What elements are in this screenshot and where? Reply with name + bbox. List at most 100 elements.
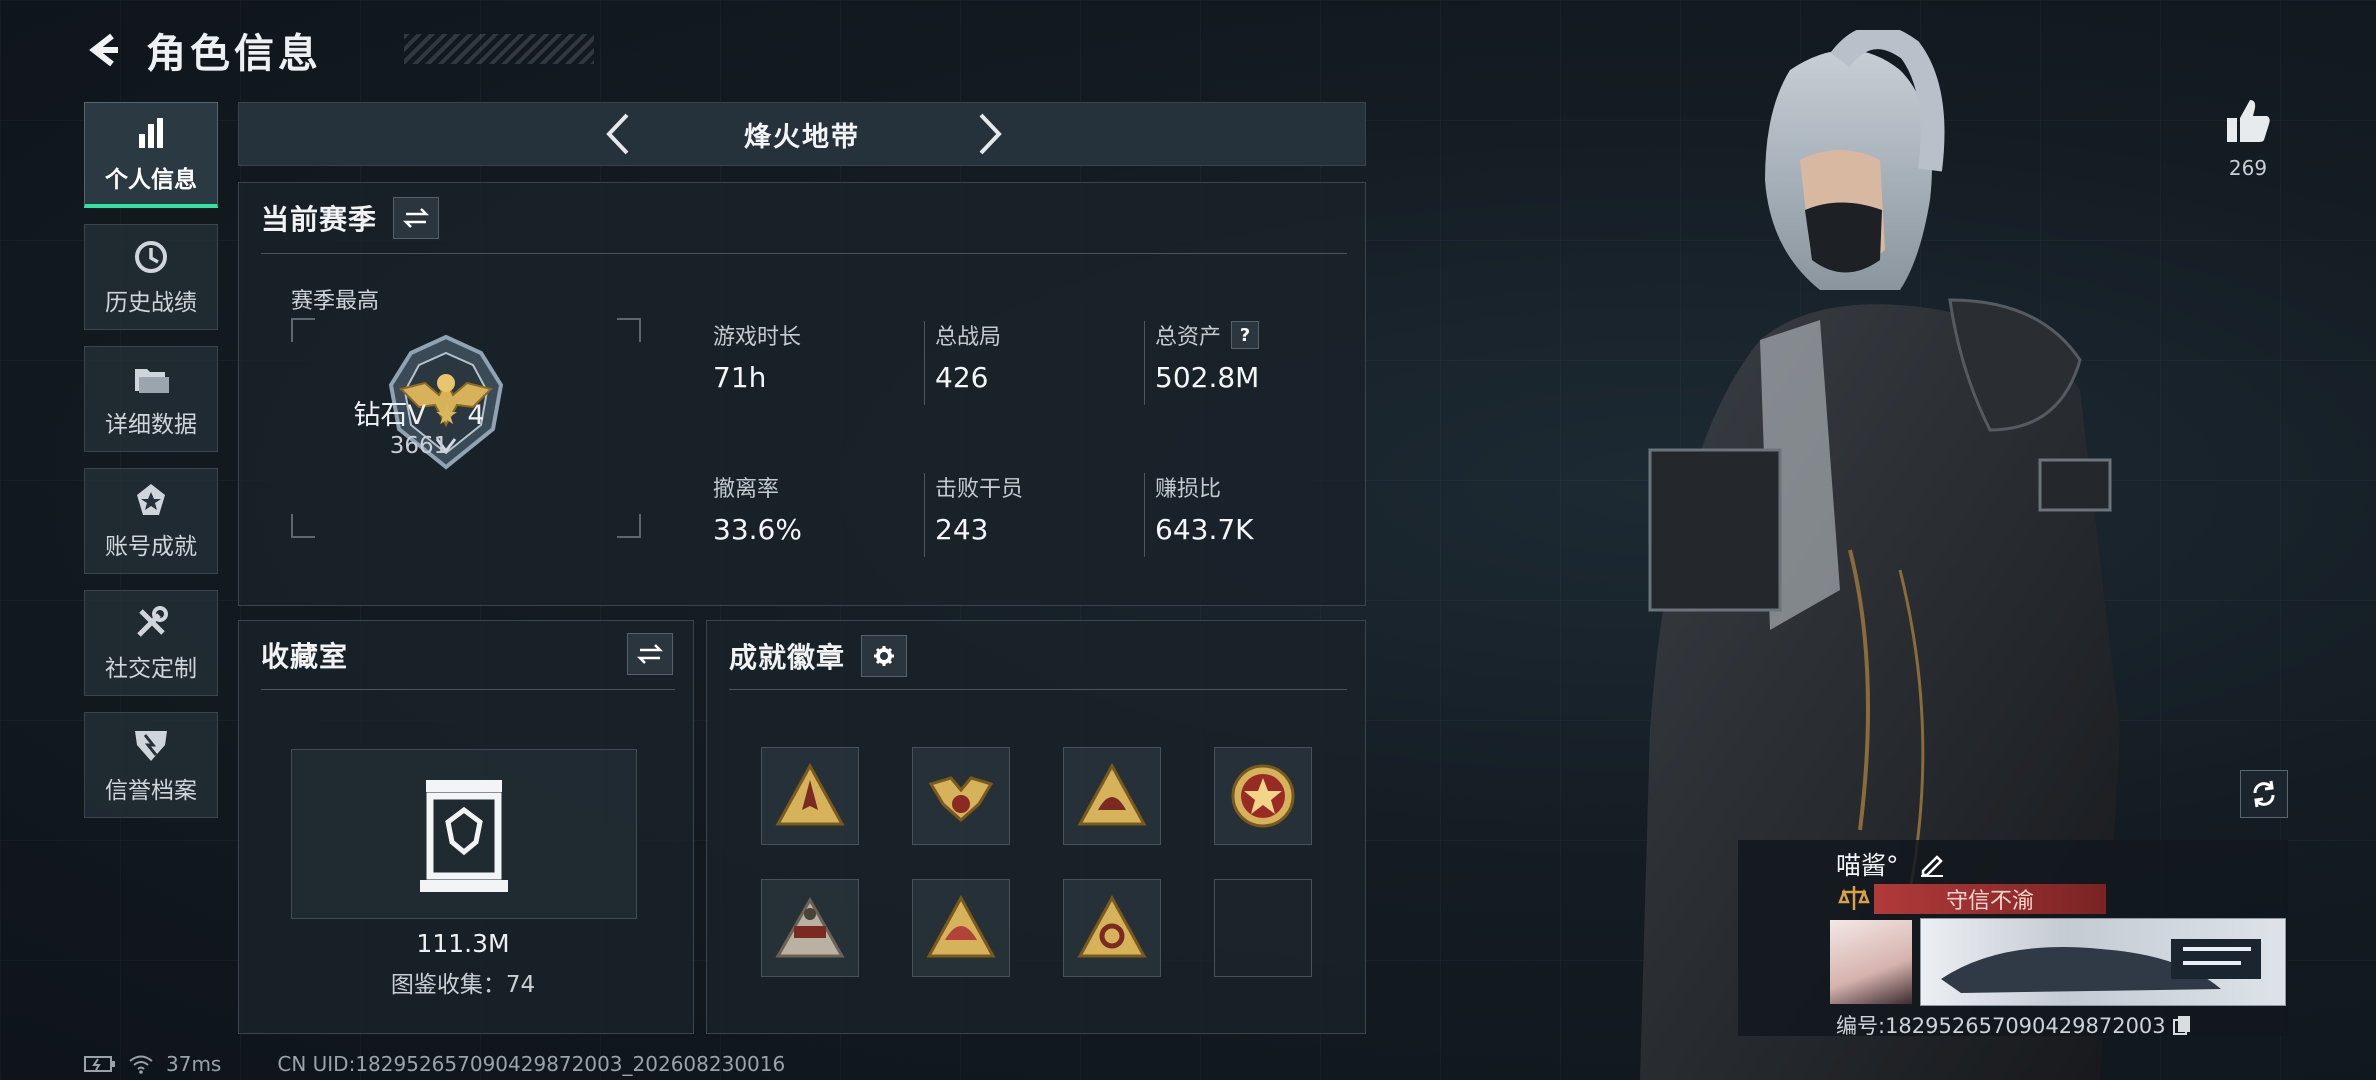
season-best-label: 赛季最高 xyxy=(291,289,380,314)
sidebar-item-label: 社交定制 xyxy=(105,656,197,682)
achievement-badge[interactable] xyxy=(1063,879,1161,977)
gear-icon xyxy=(874,646,895,666)
account-uid: CN UID:182952657090429872003_20260823001… xyxy=(277,1052,786,1076)
sidebar-item-social-custom[interactable]: 社交定制 xyxy=(84,590,218,696)
collection-value: 111.3M xyxy=(416,929,510,958)
rocket-badge-icon xyxy=(775,762,845,826)
tools-icon xyxy=(137,606,168,637)
title-stripe-decoration xyxy=(404,34,594,64)
sidebar-item-history[interactable]: 历史战绩 xyxy=(84,224,218,330)
help-icon[interactable]: ? xyxy=(1231,321,1260,349)
player-id: 编号:182952657090429872003 xyxy=(1836,1014,2166,1038)
season-switch-button[interactable] xyxy=(393,197,440,239)
empty-badge-slot[interactable] xyxy=(1214,879,1312,977)
divider xyxy=(729,689,1347,690)
stat-total-assets: 总资产 ? 502.8M xyxy=(1155,319,1259,394)
achievement-badge[interactable] xyxy=(761,747,859,845)
copy-icon[interactable] xyxy=(2172,1014,2192,1036)
battery-icon xyxy=(84,1056,115,1072)
player-title-badge: 守信不渝 xyxy=(1874,884,2106,914)
achievements-title: 成就徽章 xyxy=(729,641,846,674)
folder-icon xyxy=(135,369,169,393)
sidebar-item-label: 历史战绩 xyxy=(105,290,197,316)
collection-panel[interactable]: 收藏室 111.3M 图鉴收集：74 xyxy=(238,620,694,1034)
rank-star-icon: ★ xyxy=(434,400,459,431)
achievement-badge[interactable] xyxy=(1214,747,1312,845)
edit-pencil-icon[interactable] xyxy=(1919,851,1945,877)
back-arrow-icon[interactable] xyxy=(84,30,124,70)
stat-divider xyxy=(924,473,925,557)
stat-total-matches: 总战局 426 xyxy=(935,325,1002,394)
sidebar: 个人信息 历史战绩 详细数据 账号成就 社交定制 信誉档案 xyxy=(84,102,220,834)
stat-divider xyxy=(1144,321,1145,405)
collection-switch-button[interactable] xyxy=(627,633,673,675)
sidebar-item-label: 信誉档案 xyxy=(105,778,197,804)
stat-profit-loss-ratio: 赚损比 643.7K xyxy=(1155,477,1254,546)
swap-icon xyxy=(636,644,664,664)
next-mode-icon[interactable] xyxy=(965,111,1011,157)
eagle-badge-icon xyxy=(928,776,994,823)
display-case-icon xyxy=(420,780,508,892)
title-scale-icon xyxy=(1838,886,1870,910)
game-mode-selector: 烽火地带 xyxy=(238,102,1366,166)
swap-icon xyxy=(402,208,430,228)
network-ping: 37ms xyxy=(166,1052,222,1076)
collection-preview xyxy=(291,749,637,919)
sidebar-item-label: 账号成就 xyxy=(105,534,197,560)
page-header: 角色信息 xyxy=(84,22,594,78)
wifi-icon xyxy=(129,1055,153,1074)
player-card[interactable]: 喵酱° 守信不渝 编号:182952657090429872003 xyxy=(1738,840,2288,1038)
player-id-row: 编号:182952657090429872003 xyxy=(1836,1010,2192,1040)
sidebar-item-personal-info[interactable]: 个人信息 xyxy=(84,102,218,208)
divider xyxy=(261,253,1347,254)
banner-artwork-icon xyxy=(1941,939,2261,993)
achievement-badge[interactable] xyxy=(912,879,1010,977)
current-season-panel: 当前赛季 赛季最高 钻石V ★ 4 3661 游戏时长 71h 总战局 426 … xyxy=(238,182,1366,606)
sidebar-item-label: 详细数据 xyxy=(105,412,197,438)
star-medal-icon xyxy=(1231,764,1295,828)
helmet-triangle-badge-icon xyxy=(926,894,996,958)
stat-operators-defeated: 击败干员 243 xyxy=(935,477,1024,546)
helmet-badge-icon xyxy=(1077,762,1147,826)
achievement-badge[interactable] xyxy=(761,879,859,977)
stat-play-time: 游戏时长 71h xyxy=(713,325,802,394)
rank-name: 钻石V xyxy=(353,400,426,431)
player-name: 喵酱° xyxy=(1836,851,1899,880)
sidebar-item-detailed-data[interactable]: 详细数据 xyxy=(84,346,218,452)
collection-count: 图鉴收集：74 xyxy=(390,972,536,998)
like-count: 269 xyxy=(2228,156,2268,180)
bar-chart-icon xyxy=(139,117,163,148)
rank-score: 3661 xyxy=(389,433,449,459)
reputation-icon xyxy=(135,731,167,761)
achievement-badge[interactable] xyxy=(1063,747,1161,845)
sidebar-item-achievements[interactable]: 账号成就 xyxy=(84,468,218,574)
status-bar: 37ms CN UID:182952657090429872003_202608… xyxy=(84,1052,785,1076)
game-mode-name: 烽火地带 xyxy=(744,121,860,153)
refresh-icon xyxy=(2253,780,2275,808)
stat-divider xyxy=(1144,473,1145,557)
drone-badge-icon xyxy=(775,896,845,958)
rank-line: 钻石V ★ 4 xyxy=(299,393,539,432)
page-title: 角色信息 xyxy=(146,31,322,77)
achievements-panel: 成就徽章 xyxy=(706,620,1366,1034)
gear-triangle-badge-icon xyxy=(1077,894,1147,958)
collection-title: 收藏室 xyxy=(261,640,349,673)
achievement-badge[interactable] xyxy=(912,747,1010,845)
previous-mode-icon[interactable] xyxy=(597,111,643,157)
history-icon xyxy=(135,241,167,273)
season-title: 当前赛季 xyxy=(261,203,378,236)
player-name-row: 喵酱° xyxy=(1836,846,1945,882)
achievements-settings-button[interactable] xyxy=(861,635,908,677)
player-avatar xyxy=(1830,920,1912,1004)
thumbs-up-icon xyxy=(2227,100,2270,142)
like-button[interactable]: 269 xyxy=(2220,96,2276,180)
player-banner xyxy=(1920,918,2286,1006)
rank-stars: 4 xyxy=(467,400,485,431)
sidebar-item-reputation[interactable]: 信誉档案 xyxy=(84,712,218,818)
stat-divider xyxy=(924,321,925,405)
stat-extraction-rate: 撤离率 33.6% xyxy=(713,477,802,546)
achievement-icon xyxy=(137,484,165,515)
divider xyxy=(261,689,675,690)
rotate-model-button[interactable] xyxy=(2240,770,2288,818)
sidebar-item-label: 个人信息 xyxy=(105,166,197,193)
